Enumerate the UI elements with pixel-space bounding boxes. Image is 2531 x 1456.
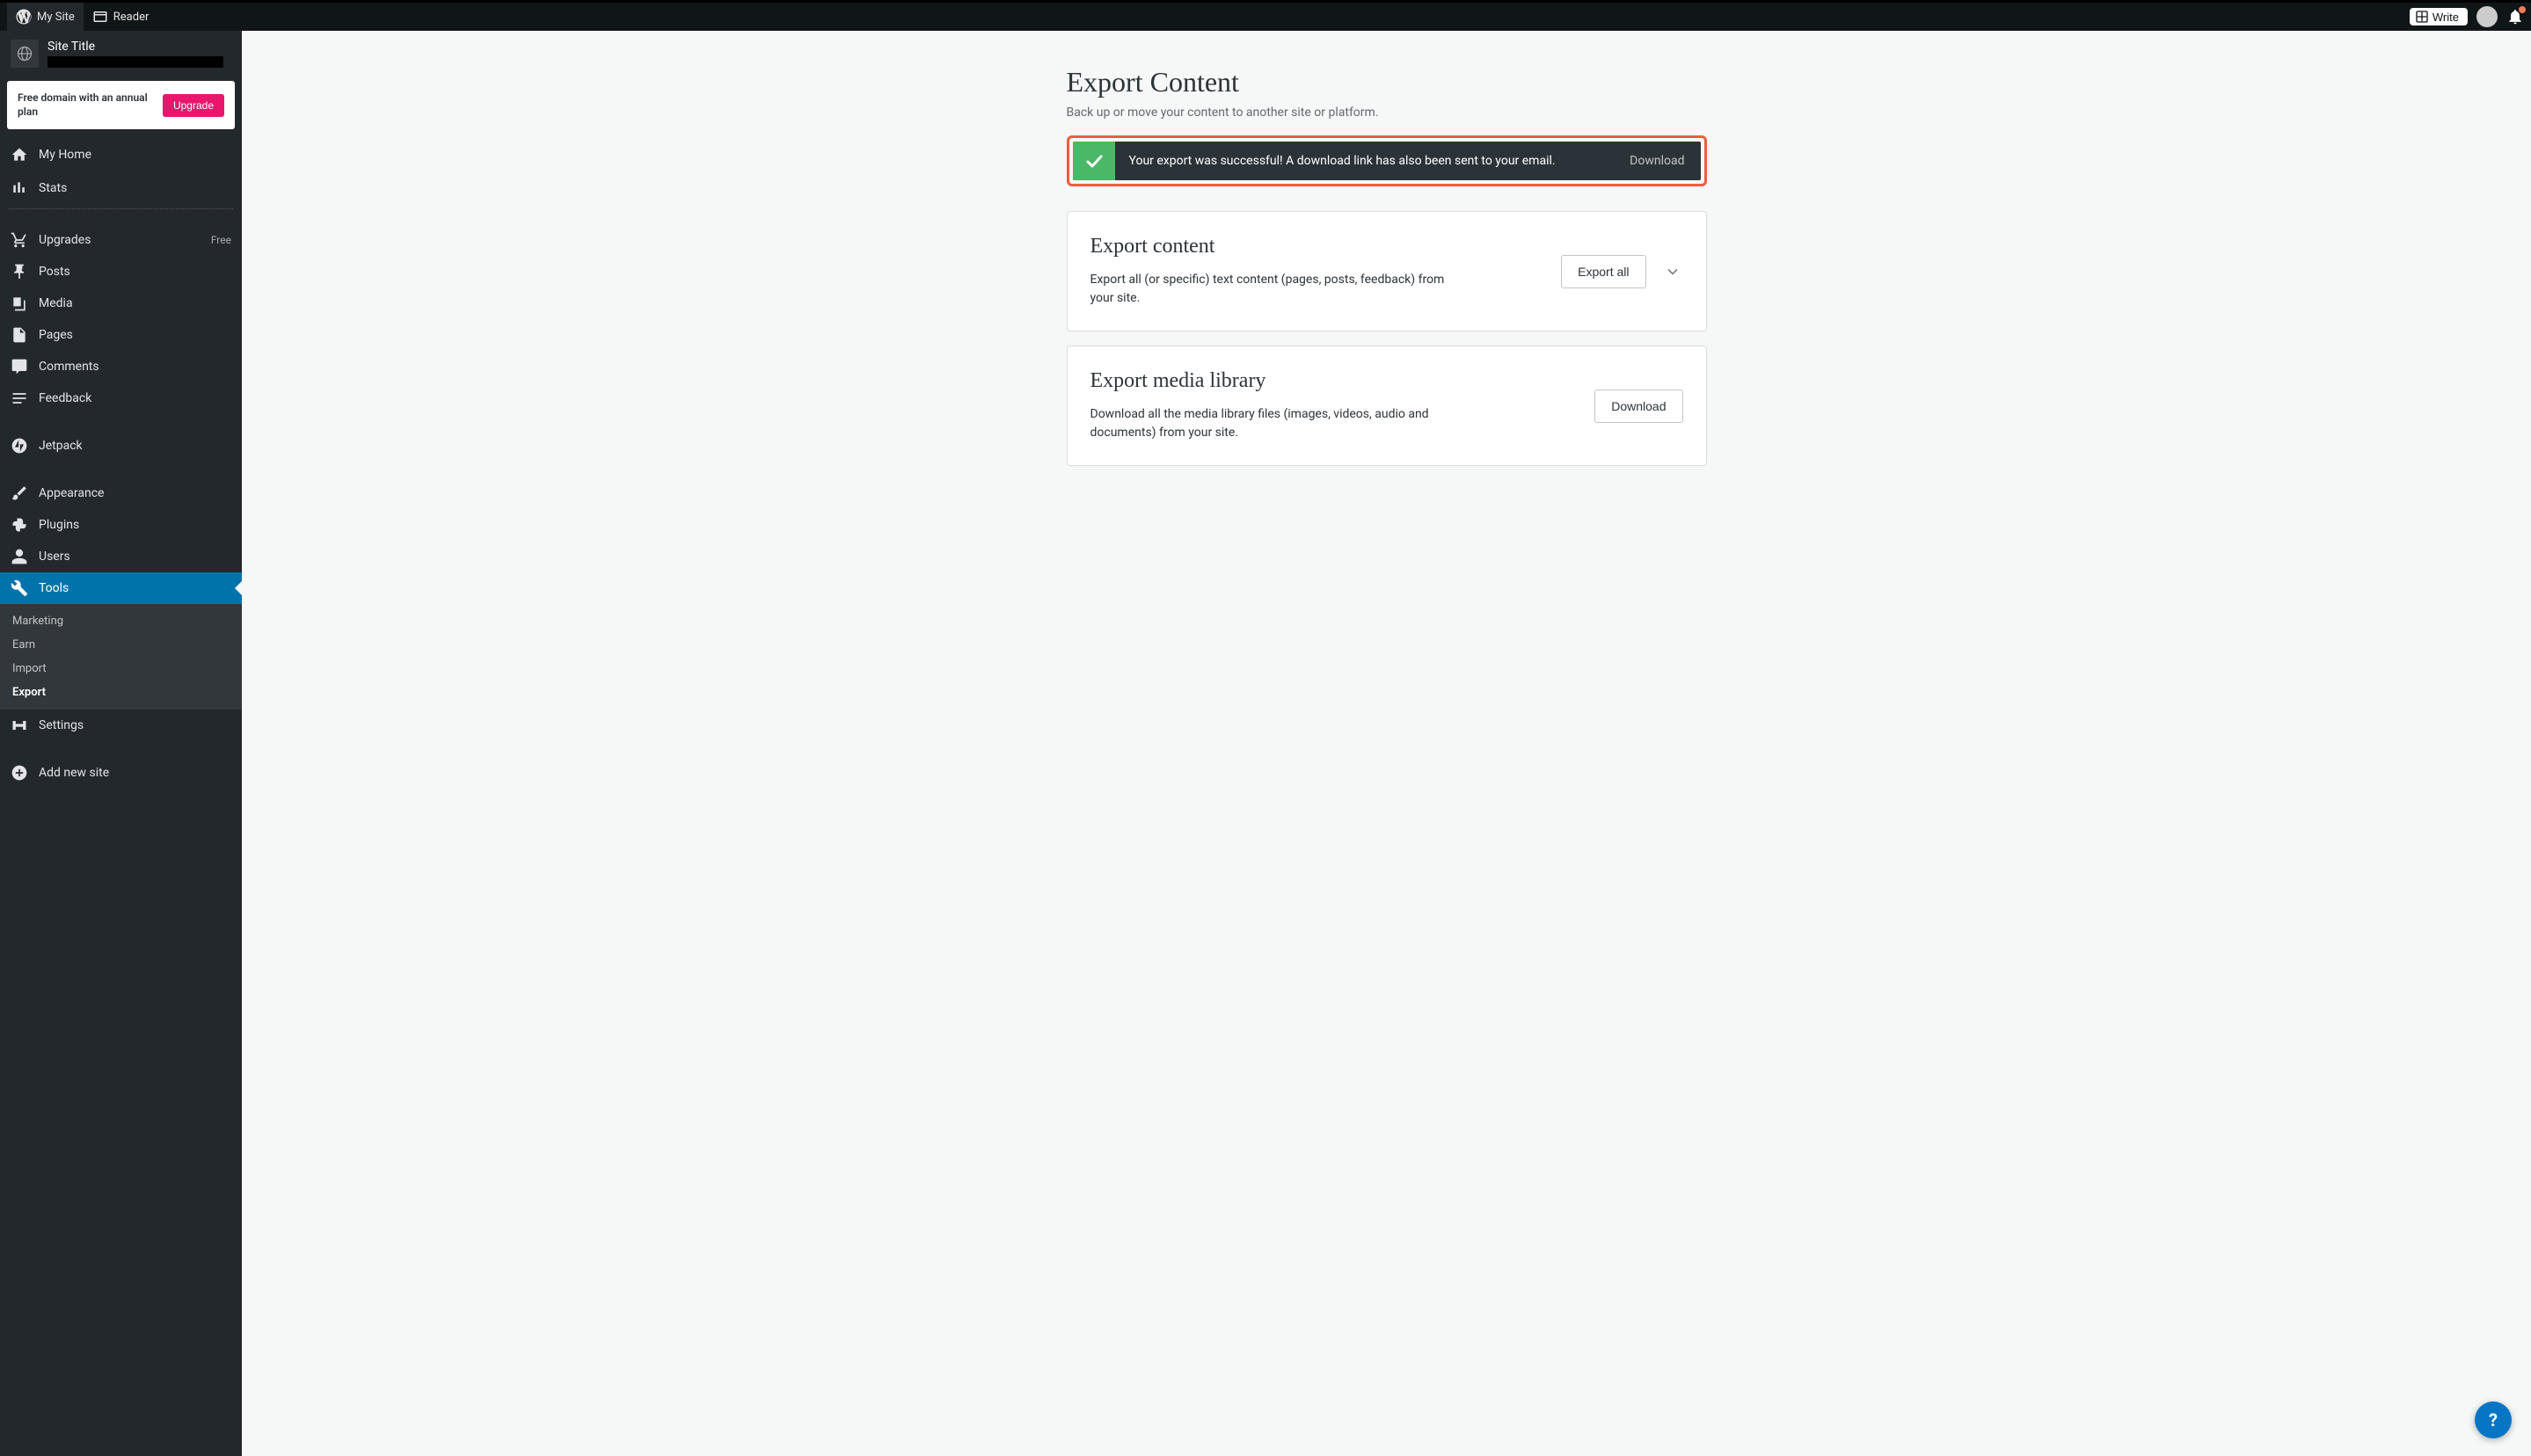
upgrades-badge: Free [211,234,231,246]
upgrade-button[interactable]: Upgrade [163,94,224,117]
page-title: Export Content [1067,66,1707,98]
sidebar-addsite-label: Add new site [39,766,109,780]
export-media-title: Export media library [1090,369,1595,393]
export-content-title: Export content [1090,235,1562,258]
stats-icon [11,179,28,197]
jetpack-icon [11,437,28,455]
comment-icon [11,358,28,375]
export-content-desc: Export all (or specific) text content (p… [1090,271,1460,308]
sidebar-settings-label: Settings [39,718,84,732]
sidebar-media-label: Media [39,296,73,310]
globe-icon [11,40,39,68]
topbar-mysite-label: My Site [37,11,75,24]
upgrade-card: Free domain with an annual plan Upgrade [7,81,235,129]
media-icon [11,295,28,312]
sidebar-item-feedback[interactable]: Feedback [0,382,242,414]
sidebar-item-comments[interactable]: Comments [0,351,242,382]
notification-dot [2519,6,2526,13]
sidebar-item-stats[interactable]: Stats [0,171,242,205]
site-title: Site Title [47,40,223,54]
export-media-desc: Download all the media library files (im… [1090,405,1460,442]
sidebar-plugins-label: Plugins [39,518,79,532]
chevron-down-icon[interactable] [1662,261,1683,282]
check-icon [1073,142,1115,180]
sidebar-comments-label: Comments [39,360,99,374]
notifications-icon[interactable] [2506,8,2524,25]
export-all-button[interactable]: Export all [1561,255,1645,288]
write-label: Write [2433,11,2459,24]
sub-item-import[interactable]: Import [0,657,242,681]
page-subtitle: Back up or move your content to another … [1067,106,1707,120]
sidebar-item-home[interactable]: My Home [0,138,242,171]
plus-circle-icon [11,764,28,782]
sidebar-appearance-label: Appearance [39,486,104,500]
topbar-reader-label: Reader [113,11,150,24]
user-icon [11,548,28,565]
site-switcher[interactable]: Site Title [0,31,242,76]
tools-submenu: Marketing Earn Import Export [0,604,242,710]
avatar[interactable] [2476,6,2498,27]
notice-download-link[interactable]: Download [1614,142,1700,180]
export-media-card: Export media library Download all the me… [1067,346,1707,466]
sidebar-item-pages[interactable]: Pages [0,319,242,351]
sidebar-item-posts[interactable]: Posts [0,256,242,288]
sidebar-item-plugins[interactable]: Plugins [0,509,242,541]
sidebar-item-users[interactable]: Users [0,541,242,572]
sidebar-item-jetpack[interactable]: Jetpack [0,430,242,462]
sub-item-export[interactable]: Export [0,681,242,704]
upgrade-text: Free domain with an annual plan [18,91,156,119]
brush-icon [11,484,28,502]
sidebar-upgrades-label: Upgrades [39,233,91,247]
site-domain-redacted [47,56,223,68]
sidebar-users-label: Users [39,550,70,564]
sub-item-marketing[interactable]: Marketing [0,609,242,633]
notice-text: Your export was successful! A download l… [1115,142,1615,180]
sidebar-item-tools[interactable]: Tools [0,572,242,604]
sidebar-feedback-label: Feedback [39,391,91,405]
sidebar-stats-label: Stats [39,181,67,195]
sidebar-item-settings[interactable]: Settings [0,710,242,741]
main-content: Export Content Back up or move your cont… [242,31,2531,1456]
cart-icon [11,231,28,249]
help-button[interactable]: ? [2475,1401,2512,1438]
wordpress-icon [16,9,32,25]
success-notice-highlight: Your export was successful! A download l… [1067,135,1707,186]
sidebar-item-add-site[interactable]: Add new site [0,757,242,789]
download-media-button[interactable]: Download [1594,389,1682,423]
success-notice: Your export was successful! A download l… [1073,142,1701,180]
sidebar-tools-label: Tools [39,581,69,595]
sidebar-jetpack-label: Jetpack [39,439,83,453]
settings-icon [11,717,28,734]
write-button[interactable]: Write [2410,8,2468,25]
sidebar: Site Title Free domain with an annual pl… [0,31,242,1456]
sidebar-home-label: My Home [39,148,91,162]
help-icon: ? [2489,1409,2498,1431]
plugin-icon [11,516,28,534]
topbar-my-site[interactable]: My Site [7,3,84,31]
home-icon [11,146,28,164]
sidebar-item-appearance[interactable]: Appearance [0,477,242,509]
reader-icon [92,9,108,25]
sidebar-posts-label: Posts [39,265,70,279]
feedback-icon [11,389,28,407]
sidebar-item-media[interactable]: Media [0,288,242,319]
sidebar-pages-label: Pages [39,328,73,342]
topbar-reader[interactable]: Reader [84,3,158,31]
tools-icon [11,579,28,597]
sub-item-earn[interactable]: Earn [0,633,242,657]
export-content-card: Export content Export all (or specific) … [1067,211,1707,331]
page-icon [11,326,28,344]
sidebar-item-upgrades[interactable]: Upgrades Free [0,224,242,256]
pin-icon [11,263,28,280]
